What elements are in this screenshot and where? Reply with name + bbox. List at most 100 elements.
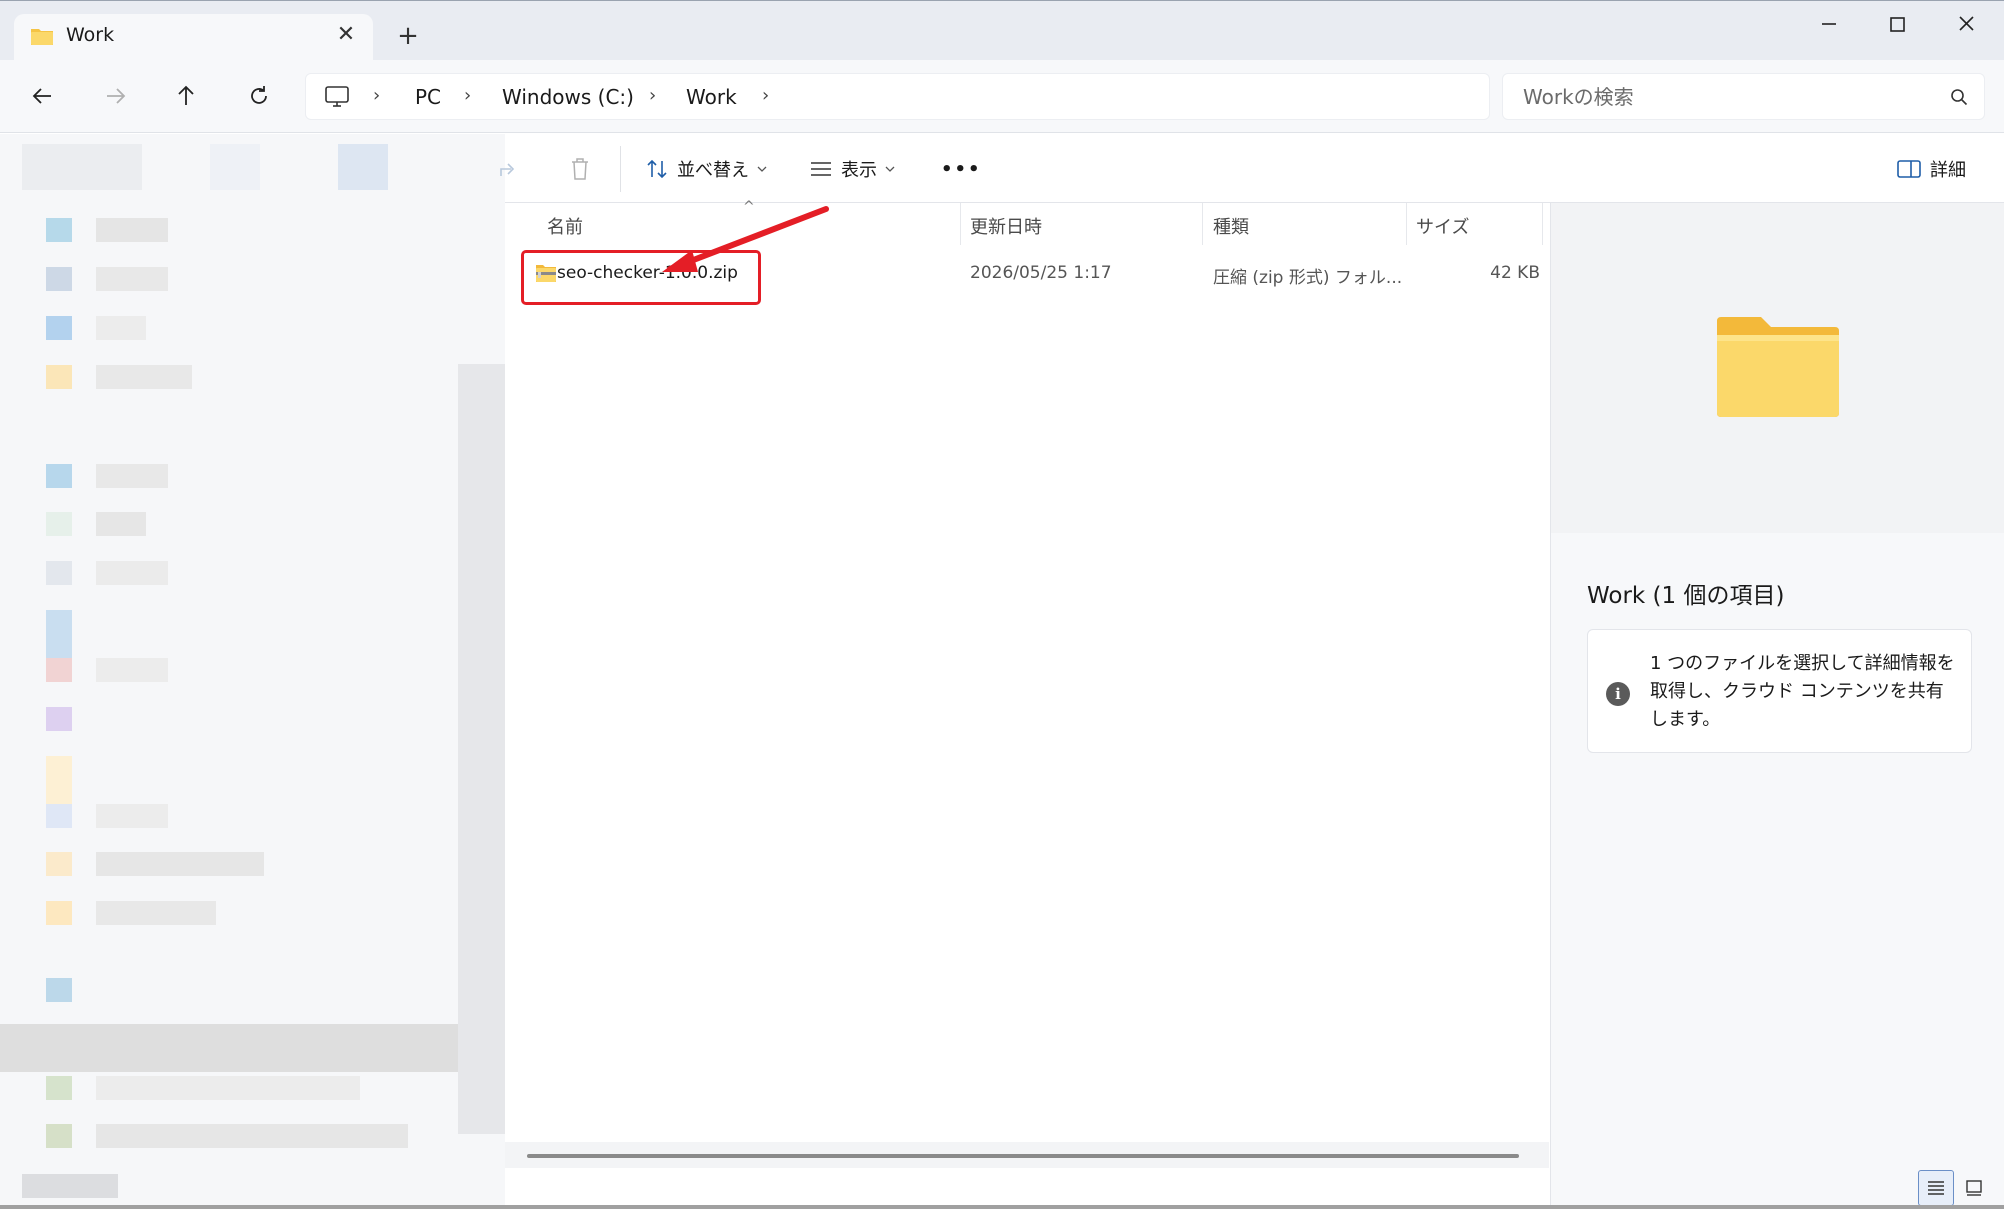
blurred-item bbox=[96, 316, 146, 340]
blurred-item bbox=[46, 756, 72, 804]
sort-button[interactable]: 並べ替え bbox=[645, 150, 767, 188]
blurred-item bbox=[96, 464, 168, 488]
file-list[interactable]: ^ 名前 更新日時 種類 サイズ seo-checker-1.0.0.zip 2… bbox=[505, 199, 1549, 1163]
breadcrumb-pc[interactable]: PC bbox=[415, 85, 441, 109]
zip-folder-icon bbox=[536, 265, 556, 282]
blurred-item bbox=[46, 658, 72, 682]
blurred-item bbox=[0, 1024, 480, 1072]
blurred-item bbox=[46, 852, 72, 876]
details-label: 詳細 bbox=[1930, 160, 1966, 181]
breadcrumb-work[interactable]: Work bbox=[686, 85, 737, 109]
column-header-modified[interactable]: 更新日時 bbox=[970, 213, 1042, 239]
blurred-item bbox=[22, 1174, 118, 1198]
search-icon[interactable] bbox=[1950, 88, 1968, 106]
blurred-item bbox=[338, 144, 388, 190]
blurred-item bbox=[96, 561, 168, 585]
toolbar-divider bbox=[620, 146, 621, 192]
info-text: 1 つのファイルを選択して詳細情報を取得し、クラウド コンテンツを共有します。 bbox=[1650, 653, 1955, 730]
blurred-item bbox=[46, 804, 72, 828]
blurred-item bbox=[46, 512, 72, 536]
up-button[interactable] bbox=[164, 76, 208, 116]
breadcrumb-separator[interactable]: › bbox=[762, 85, 769, 106]
blurred-item bbox=[96, 1124, 408, 1148]
file-size: 42 KB bbox=[1490, 263, 1540, 283]
details-pane: Work (1 個の項目) i 1 つのファイルを選択して詳細情報を取得し、クラ… bbox=[1550, 203, 2004, 1209]
search-box[interactable] bbox=[1502, 73, 1985, 120]
forward-button[interactable] bbox=[93, 76, 137, 116]
title-bar: Work ✕ + bbox=[0, 0, 2004, 61]
scrollbar-thumb[interactable] bbox=[527, 1154, 1519, 1158]
blurred-item bbox=[96, 218, 168, 242]
close-window-button[interactable] bbox=[1936, 7, 1996, 41]
blurred-item bbox=[96, 365, 192, 389]
annotation-arrow-icon bbox=[662, 206, 829, 272]
chevron-down-icon bbox=[757, 166, 767, 172]
refresh-icon bbox=[251, 86, 267, 104]
column-divider[interactable] bbox=[1202, 203, 1203, 245]
new-tab-button[interactable]: + bbox=[393, 21, 423, 51]
breadcrumb-windows-c[interactable]: Windows (C:) bbox=[502, 85, 634, 109]
folder-icon bbox=[31, 29, 53, 45]
blurred-item bbox=[96, 658, 168, 682]
preview-area bbox=[1551, 203, 2004, 533]
search-input[interactable] bbox=[1523, 84, 1923, 110]
info-icon: i bbox=[1606, 682, 1630, 706]
chevron-down-icon bbox=[885, 166, 895, 172]
details-pane-button[interactable]: 詳細 bbox=[1896, 150, 1966, 188]
arrow-left-icon bbox=[32, 88, 51, 104]
column-divider[interactable] bbox=[1406, 203, 1407, 245]
sort-icon bbox=[647, 159, 667, 179]
arrow-right-icon bbox=[107, 88, 126, 104]
column-header-name[interactable]: 名前 bbox=[547, 213, 583, 239]
details-title: Work (1 個の項目) bbox=[1587, 583, 1785, 609]
share-icon bbox=[500, 163, 515, 176]
tab-title: Work bbox=[66, 24, 115, 46]
breadcrumb-separator[interactable]: › bbox=[649, 85, 656, 106]
file-modified: 2026/05/25 1:17 bbox=[970, 263, 1112, 283]
arrow-up-icon bbox=[178, 85, 194, 105]
column-divider[interactable] bbox=[1542, 203, 1543, 245]
refresh-button[interactable] bbox=[237, 76, 281, 116]
window-bottom-edge bbox=[0, 1205, 2004, 1209]
details-view-button[interactable] bbox=[1918, 1170, 1954, 1206]
breadcrumb-separator[interactable]: › bbox=[373, 85, 380, 106]
blurred-item bbox=[46, 365, 72, 389]
blurred-item bbox=[46, 267, 72, 291]
blurred-item bbox=[46, 316, 72, 340]
computer-icon bbox=[325, 86, 349, 107]
command-bar: 並べ替え 表示 ••• 詳細 bbox=[500, 134, 2004, 203]
blurred-item bbox=[96, 512, 146, 536]
blurred-item bbox=[46, 610, 72, 658]
blurred-item bbox=[46, 1124, 72, 1148]
share-button[interactable] bbox=[497, 150, 519, 188]
blurred-item bbox=[46, 978, 72, 1002]
blurred-item bbox=[46, 901, 72, 925]
close-icon bbox=[1959, 16, 1974, 31]
blurred-item bbox=[46, 561, 72, 585]
blurred-item bbox=[46, 1076, 72, 1100]
tab-close-icon[interactable]: ✕ bbox=[333, 22, 359, 48]
minimize-button[interactable] bbox=[1799, 7, 1859, 41]
column-divider[interactable] bbox=[960, 203, 961, 245]
address-bar[interactable]: › PC › Windows (C:) › Work › bbox=[305, 73, 1490, 120]
details-pane-icon bbox=[1897, 160, 1921, 178]
navigation-pane[interactable] bbox=[0, 134, 505, 1209]
column-header-size[interactable]: サイズ bbox=[1416, 213, 1469, 239]
tab-work[interactable]: Work ✕ bbox=[14, 14, 373, 61]
details-view-icon bbox=[1928, 1181, 1944, 1195]
column-header-type[interactable]: 種類 bbox=[1213, 213, 1249, 239]
horizontal-scrollbar[interactable] bbox=[505, 1142, 1549, 1168]
back-button[interactable] bbox=[21, 76, 65, 116]
blurred-item bbox=[46, 707, 72, 731]
blurred-item bbox=[96, 852, 264, 876]
view-button[interactable]: 表示 bbox=[809, 150, 895, 188]
large-icons-view-button[interactable] bbox=[1956, 1170, 1992, 1206]
blurred-item bbox=[96, 901, 216, 925]
breadcrumb-separator[interactable]: › bbox=[464, 85, 471, 106]
maximize-button[interactable] bbox=[1867, 7, 1927, 41]
maximize-icon bbox=[1890, 17, 1905, 32]
blurred-item bbox=[46, 218, 72, 242]
delete-button[interactable] bbox=[569, 150, 591, 188]
sort-label: 並べ替え bbox=[677, 160, 749, 181]
more-options-button[interactable]: ••• bbox=[941, 150, 982, 188]
